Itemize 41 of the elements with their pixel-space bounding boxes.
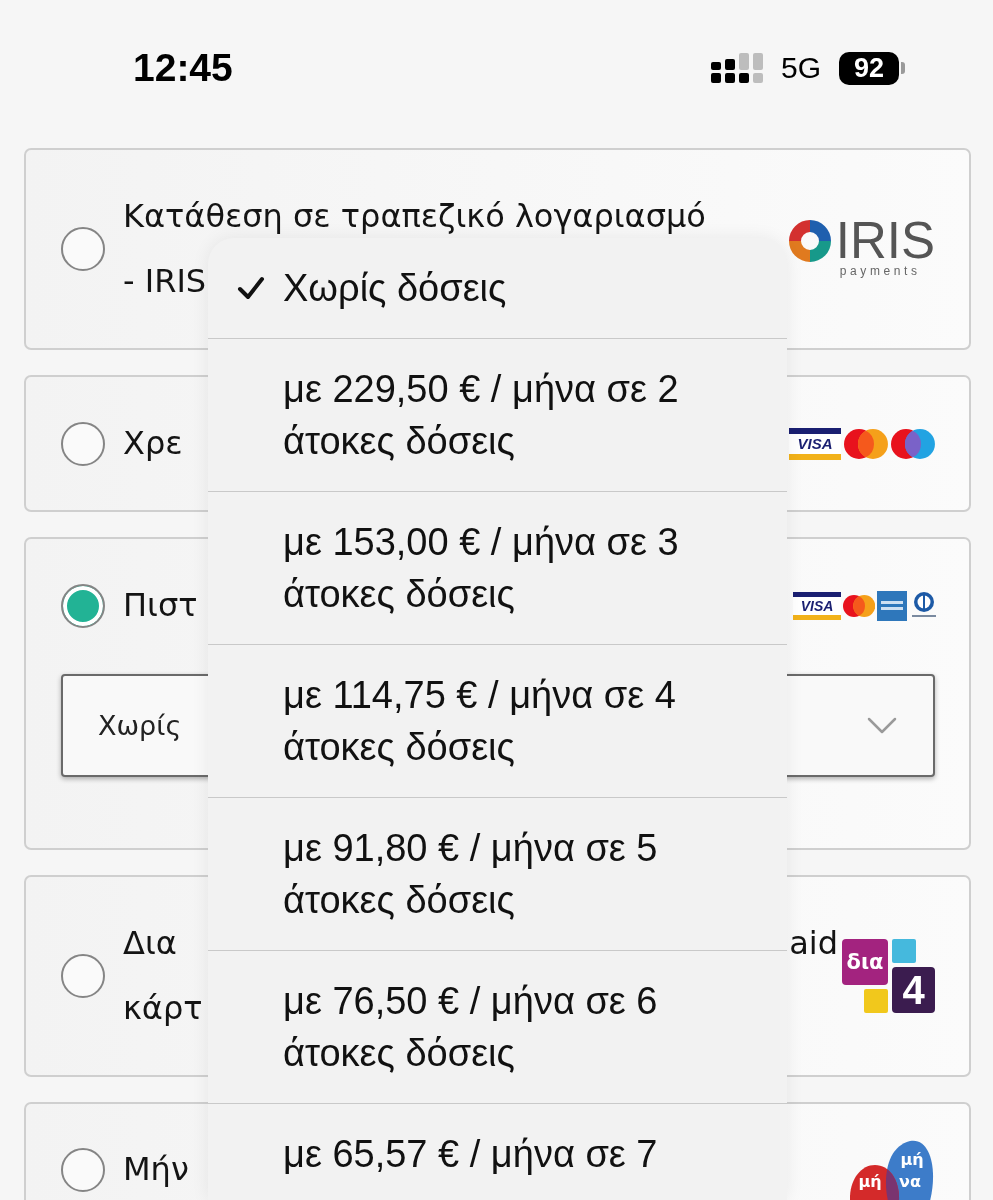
radio-button[interactable]: [61, 421, 105, 466]
logo-tile: 4: [892, 967, 935, 1013]
radio-button[interactable]: [61, 227, 105, 271]
overlapping-circles-icon: [844, 427, 888, 460]
battery-indicator: 92: [839, 51, 905, 85]
logo-subtext: payments: [838, 263, 922, 279]
installment-option[interactable]: με 229,50 € / μήνα σε 2 άτοκες δόσεις: [208, 338, 787, 491]
checkmark-icon: [237, 275, 265, 301]
radio-button[interactable]: [61, 954, 105, 998]
visa-logo: VISA: [789, 427, 841, 460]
overlapping-circles-icon: [891, 427, 935, 460]
visa-logo: VISA: [793, 591, 841, 620]
status-time: 12:45: [133, 46, 233, 90]
logo-text: μή: [858, 1171, 882, 1191]
payment-option-label: aid: [789, 923, 838, 964]
payment-option-label: Κατάθεση σε τραπεζικό λογαριασμό: [123, 196, 706, 237]
segmented-ring-icon: [787, 219, 832, 263]
square-icon: [892, 939, 916, 963]
logo-text: να: [899, 1171, 921, 1191]
radio-button[interactable]: [61, 583, 105, 628]
network-type: 5G: [780, 51, 821, 85]
logo-text: IRIS: [835, 219, 935, 263]
payment-option-label: Μήν: [123, 1149, 189, 1190]
installment-option[interactable]: με 91,80 € / μήνα σε 5 άτοκες δόσεις: [208, 797, 787, 950]
payment-option-label: - IRIS: [123, 261, 207, 302]
installment-option[interactable]: με 65,57 € / μήνα σε 7: [208, 1103, 787, 1200]
installment-option[interactable]: με 153,00 € / μήνα σε 3 άτοκες δόσεις: [208, 491, 787, 644]
payment-option-label: Δια: [123, 923, 177, 964]
payment-option-label: κάρτ: [123, 988, 203, 1029]
square-logo-icon: [877, 590, 907, 621]
logo-text: μή: [900, 1149, 924, 1169]
chevron-down-icon: [867, 716, 897, 735]
installment-option[interactable]: με 114,75 € / μήνα σε 4 άτοκες δόσεις: [208, 644, 787, 797]
installment-option[interactable]: με 76,50 € / μήνα σε 6 άτοκες δόσεις: [208, 950, 787, 1103]
logo-tile: δια: [842, 939, 888, 985]
signal-icon: [710, 53, 763, 83]
square-icon: [864, 989, 888, 1013]
payment-option-label: Χρε: [123, 423, 183, 464]
payment-option-label: Πιστ: [123, 585, 198, 626]
installment-option[interactable]: Χωρίς δόσεις: [208, 238, 787, 338]
radio-button[interactable]: [61, 1147, 105, 1192]
